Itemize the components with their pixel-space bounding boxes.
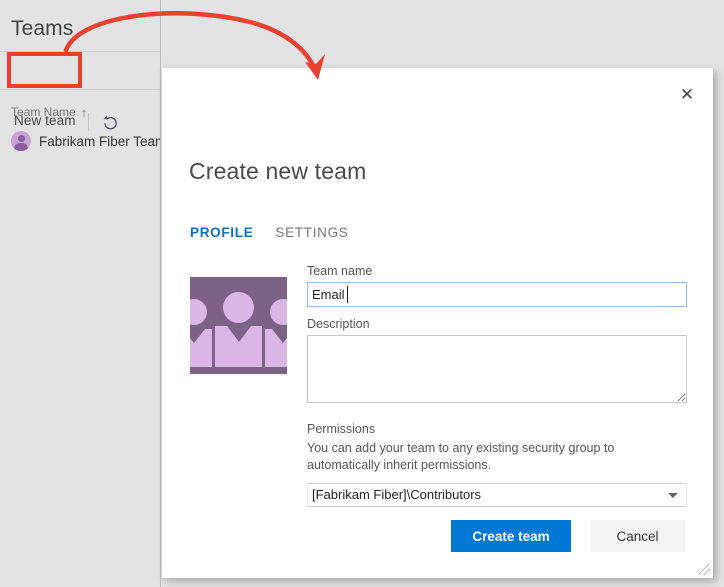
permissions-label: Permissions	[307, 422, 687, 436]
cancel-button[interactable]: Cancel	[590, 520, 685, 552]
page-title: Teams	[11, 17, 73, 41]
list-item-label: Fabrikam Fiber Team	[39, 134, 166, 149]
toolbar-separator	[88, 113, 89, 131]
create-new-team-dialog: ✕ Create new team PROFILE SETTINGS Team …	[162, 68, 713, 578]
person-head-left	[190, 299, 207, 325]
permissions-help-text: You can add your team to any existing se…	[307, 440, 687, 474]
description-label: Description	[307, 317, 687, 331]
description-input[interactable]	[307, 335, 687, 403]
teams-toolbar: New team	[0, 52, 161, 89]
avatar	[11, 131, 31, 151]
text-cursor	[347, 286, 348, 303]
team-name-input[interactable]	[307, 282, 687, 307]
person-head-right	[270, 299, 287, 325]
dialog-title: Create new team	[189, 158, 366, 185]
team-profile-form: Team name Description Permissions You ca…	[307, 264, 687, 507]
team-name-input-wrap	[307, 282, 687, 307]
dialog-footer: Create team Cancel	[162, 494, 713, 578]
dialog-tabs: PROFILE SETTINGS	[190, 225, 349, 242]
team-name-column-label: Team Name	[11, 105, 76, 119]
tab-profile[interactable]: PROFILE	[190, 225, 253, 242]
person-collar-left	[190, 329, 205, 343]
panel-divider	[160, 0, 161, 587]
refresh-icon[interactable]	[101, 113, 120, 132]
close-icon[interactable]: ✕	[672, 79, 702, 109]
team-people-image[interactable]	[190, 277, 287, 374]
toolbar-divider	[0, 89, 161, 90]
sort-ascending-icon: ↑	[81, 106, 88, 119]
list-item[interactable]: Fabrikam Fiber Team	[11, 131, 166, 151]
person-head-center	[223, 292, 254, 323]
team-name-label: Team name	[307, 264, 687, 278]
person-collar-right	[272, 329, 287, 343]
team-list-column-header[interactable]: Team Name ↑	[11, 105, 87, 119]
resize-grip[interactable]	[699, 564, 710, 575]
tab-settings[interactable]: SETTINGS	[275, 225, 348, 242]
create-team-button[interactable]: Create team	[451, 520, 571, 552]
person-collar-center	[227, 326, 251, 342]
